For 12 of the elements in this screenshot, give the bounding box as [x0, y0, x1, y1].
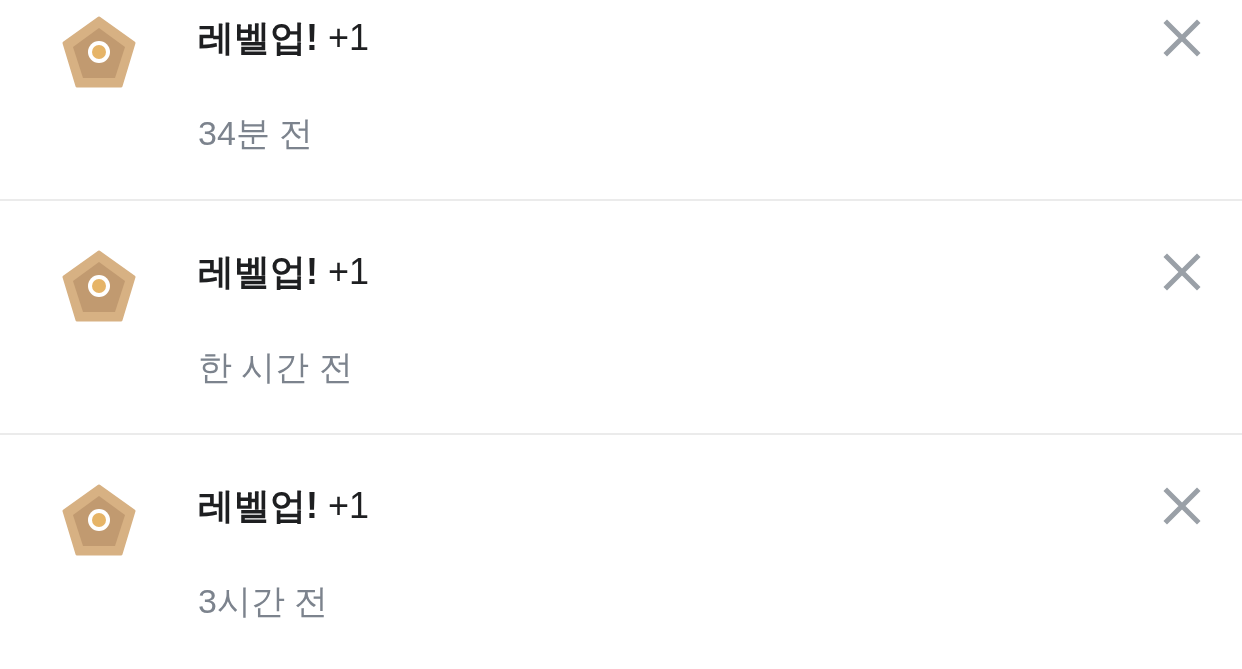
pentagon-badge-icon	[62, 250, 136, 322]
notification-title: 레벨업! +1	[198, 484, 371, 528]
notification-title: 레벨업! +1	[198, 250, 371, 294]
close-button[interactable]	[1162, 252, 1202, 292]
close-button[interactable]	[1162, 486, 1202, 526]
notification-time: 한 시간 전	[198, 347, 354, 388]
notification-time: 34분 전	[198, 113, 315, 154]
notification-title: 레벨업! +1	[198, 16, 371, 60]
pentagon-badge-icon	[62, 484, 136, 556]
notification-time: 3시간 전	[198, 581, 330, 622]
pentagon-badge-icon	[62, 16, 136, 88]
close-button[interactable]	[1162, 18, 1202, 58]
